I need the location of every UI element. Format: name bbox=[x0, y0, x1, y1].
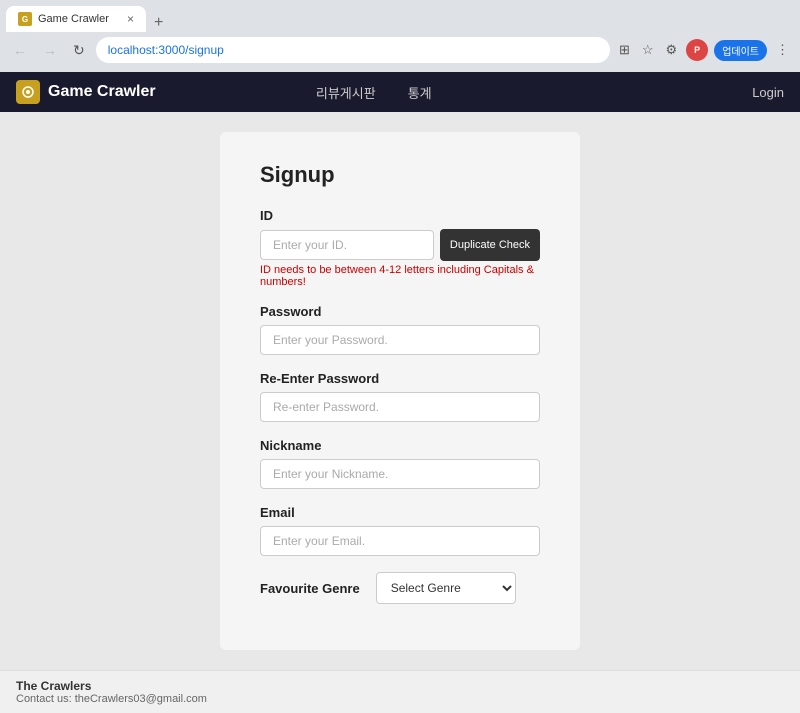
logo-icon bbox=[16, 80, 40, 104]
app-logo: Game Crawler bbox=[16, 80, 156, 104]
nav-reviews[interactable]: 리뷰게시판 bbox=[316, 83, 376, 102]
signup-title: Signup bbox=[260, 162, 540, 188]
app-nav: Game Crawler 리뷰게시판 통계 Login bbox=[0, 72, 800, 112]
nav-links: 리뷰게시판 통계 bbox=[316, 83, 432, 102]
reload-button[interactable]: ↻ bbox=[68, 40, 90, 61]
address-bar: ← → ↻ localhost:3000/signup ⊞ ☆ ⚙ P 업데이트… bbox=[0, 32, 800, 68]
email-section: Email bbox=[260, 505, 540, 556]
footer: The Crawlers Contact us: theCrawlers03@g… bbox=[0, 670, 800, 713]
new-tab-button[interactable]: + bbox=[146, 14, 171, 32]
password-section: Password bbox=[260, 304, 540, 355]
bookmark-button[interactable]: ☆ bbox=[639, 40, 657, 60]
browser-actions: ⊞ ☆ ⚙ P 업데이트 ⋮ bbox=[616, 39, 792, 61]
page-content: Signup ID Duplicate Check ID needs to be… bbox=[0, 112, 800, 670]
id-section: ID Duplicate Check ID needs to be betwee… bbox=[260, 208, 540, 288]
id-error-message: ID needs to be between 4-12 letters incl… bbox=[260, 264, 540, 288]
tab-favicon: G bbox=[18, 12, 32, 26]
footer-company: The Crawlers bbox=[16, 679, 784, 693]
genre-label: Favourite Genre bbox=[260, 581, 360, 596]
browser-chrome: G Game Crawler × + ← → ↻ localhost:3000/… bbox=[0, 0, 800, 72]
nickname-label: Nickname bbox=[260, 438, 540, 453]
url-bar[interactable]: localhost:3000/signup bbox=[96, 37, 610, 63]
nav-login[interactable]: Login bbox=[752, 85, 784, 100]
url-text: localhost:3000/signup bbox=[108, 43, 224, 57]
nickname-input[interactable] bbox=[260, 459, 540, 489]
tab-title: Game Crawler bbox=[38, 13, 121, 25]
forward-button[interactable]: → bbox=[38, 40, 62, 60]
nickname-section: Nickname bbox=[260, 438, 540, 489]
app-title: Game Crawler bbox=[48, 83, 156, 101]
settings-button[interactable]: ⚙ bbox=[663, 40, 681, 60]
back-button[interactable]: ← bbox=[8, 40, 32, 60]
active-tab[interactable]: G Game Crawler × bbox=[6, 6, 146, 32]
update-button[interactable]: 업데이트 bbox=[714, 40, 767, 61]
profile-button[interactable]: P bbox=[686, 39, 708, 61]
repassword-label: Re-Enter Password bbox=[260, 371, 540, 386]
password-input[interactable] bbox=[260, 325, 540, 355]
footer-contact: Contact us: theCrawlers03@gmail.com bbox=[16, 693, 784, 705]
more-button[interactable]: ⋮ bbox=[773, 40, 792, 60]
genre-select[interactable]: Select Genre Action RPG Strategy Sports … bbox=[376, 572, 516, 604]
password-label: Password bbox=[260, 304, 540, 319]
signup-card: Signup ID Duplicate Check ID needs to be… bbox=[220, 132, 580, 650]
email-input[interactable] bbox=[260, 526, 540, 556]
extensions-button[interactable]: ⊞ bbox=[616, 40, 633, 60]
tab-close-button[interactable]: × bbox=[127, 12, 134, 26]
tab-bar: G Game Crawler × + bbox=[0, 0, 800, 32]
repassword-section: Re-Enter Password bbox=[260, 371, 540, 422]
genre-section: Favourite Genre Select Genre Action RPG … bbox=[260, 572, 540, 604]
email-label: Email bbox=[260, 505, 540, 520]
id-input-row: Duplicate Check bbox=[260, 229, 540, 261]
id-input[interactable] bbox=[260, 230, 434, 260]
id-label: ID bbox=[260, 208, 540, 223]
duplicate-check-button[interactable]: Duplicate Check bbox=[440, 229, 540, 261]
nav-stats[interactable]: 통계 bbox=[408, 83, 432, 102]
repassword-input[interactable] bbox=[260, 392, 540, 422]
